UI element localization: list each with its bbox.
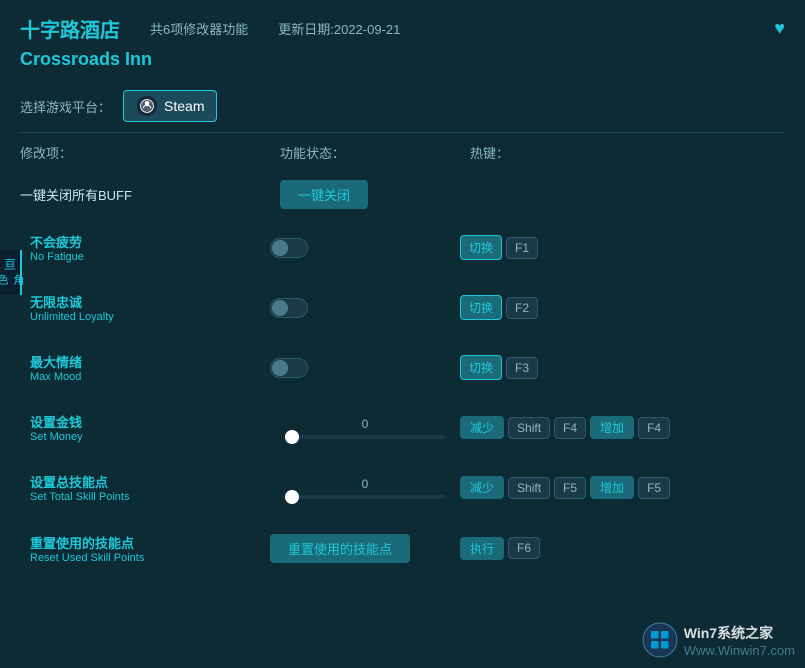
- feature-name-en-2: Max Mood: [30, 371, 270, 383]
- feature-status-2: [270, 358, 460, 378]
- platform-row: 选择游戏平台： Steam: [0, 80, 805, 132]
- feature-row-reset-skill: 重置使用的技能点 Reset Used Skill Points 重置使用的技能…: [30, 518, 785, 578]
- slider-area-skill: 0: [270, 477, 460, 499]
- hotkey-shift-btn-4[interactable]: Shift: [508, 477, 550, 499]
- slider-value-skill: 0: [362, 477, 369, 491]
- feature-name-cn-5: 重置使用的技能点: [30, 533, 270, 552]
- favorite-icon[interactable]: ♥: [774, 18, 785, 39]
- game-title-en: Crossroads Inn: [0, 49, 805, 80]
- hotkey-exec-btn-5[interactable]: 执行: [460, 537, 504, 560]
- feature-name-en-3: Set Money: [30, 431, 270, 443]
- feature-hotkey-1: 切换 F2: [460, 295, 785, 320]
- feature-name-cn-1: 无限忠诚: [30, 292, 270, 311]
- col-hotkey-label: 热键：: [470, 143, 785, 162]
- feature-hotkey-4: 减少 Shift F5 增加 F5: [460, 476, 785, 499]
- hotkey-dec-key-btn-3[interactable]: F4: [554, 417, 586, 439]
- toggle-features-area: 不会疲劳 No Fatigue 切换 F1 无限忠诚 Unlimited Loy…: [0, 218, 805, 578]
- one-key-row: 一键关闭所有BUFF 一键关闭: [20, 172, 785, 218]
- feature-name-no-fatigue: 不会疲劳 No Fatigue: [30, 232, 270, 263]
- toggle-knob-0: [272, 240, 288, 256]
- hotkey-inc-btn-3[interactable]: 增加: [590, 416, 634, 439]
- hotkey-shift-btn-3[interactable]: Shift: [508, 417, 550, 439]
- sidebar-icon: 亘: [2, 258, 19, 272]
- steam-button[interactable]: Steam: [123, 90, 217, 122]
- header-info-date: 更新日期:2022-09-21: [278, 19, 400, 38]
- feature-name-en-0: No Fatigue: [30, 251, 270, 263]
- reset-hotkey: 执行 F6: [460, 537, 785, 560]
- feature-name-cn-4: 设置总技能点: [30, 472, 270, 491]
- hotkey-key-btn-1[interactable]: F2: [506, 297, 538, 319]
- feature-row-set-money: 设置金钱 Set Money 0 减少 Shift F4 增加 F4: [30, 398, 785, 458]
- slider-area-money: 0: [270, 417, 460, 439]
- watermark-text: Win7系统之家 Www.Winwin7.com: [684, 623, 795, 658]
- feature-row-max-mood: 最大情绪 Max Mood 切换 F3: [30, 338, 785, 398]
- feature-status-1: [270, 298, 460, 318]
- hotkey-dec-btn-4[interactable]: 减少: [460, 476, 504, 499]
- feature-hotkey-0: 切换 F1: [460, 235, 785, 260]
- watermark: Win7系统之家 Www.Winwin7.com: [642, 622, 795, 658]
- feature-name-cn-3: 设置金钱: [30, 412, 270, 431]
- header-info-count: 共6项修改器功能: [150, 19, 248, 38]
- steam-logo-icon: [136, 95, 158, 117]
- hotkey-dec-btn-3[interactable]: 减少: [460, 416, 504, 439]
- feature-name-max-mood: 最大情绪 Max Mood: [30, 352, 270, 383]
- toggle-1[interactable]: [270, 298, 308, 318]
- platform-label: 选择游戏平台：: [20, 97, 111, 116]
- col-mod-label: 修改项：: [20, 143, 280, 162]
- hotkey-toggle-btn-1[interactable]: 切换: [460, 295, 502, 320]
- features-area: 一键关闭所有BUFF 一键关闭: [0, 172, 805, 218]
- toggle-knob-2: [272, 360, 288, 376]
- feature-name-unlimited-loyalty: 无限忠诚 Unlimited Loyalty: [30, 292, 270, 323]
- feature-row-unlimited-loyalty: 无限忠诚 Unlimited Loyalty 切换 F2: [30, 278, 785, 338]
- feature-name-cn-0: 不会疲劳: [30, 232, 270, 251]
- feature-hotkey-3: 减少 Shift F4 增加 F4: [460, 416, 785, 439]
- game-title-cn: 十字路酒店: [20, 14, 120, 43]
- feature-row-no-fatigue: 不会疲劳 No Fatigue 切换 F1: [30, 218, 785, 278]
- reset-action-button[interactable]: 重置使用的技能点: [270, 534, 410, 563]
- header: 十字路酒店 共6项修改器功能 更新日期:2022-09-21 ♥: [0, 0, 805, 49]
- slider-track-money[interactable]: [285, 435, 445, 439]
- one-key-button[interactable]: 一键关闭: [280, 180, 368, 209]
- column-headers: 修改项： 功能状态： 热键：: [0, 133, 805, 172]
- feature-name-cn-2: 最大情绪: [30, 352, 270, 371]
- sidebar: 亘 角色: [0, 250, 22, 295]
- feature-name-set-money: 设置金钱 Set Money: [30, 412, 270, 443]
- feature-row-skill-points: 设置总技能点 Set Total Skill Points 0 减少 Shift…: [30, 458, 785, 518]
- steam-label: Steam: [164, 98, 204, 114]
- slider-thumb-money[interactable]: [285, 430, 299, 444]
- windows-logo-icon: [642, 622, 678, 658]
- feature-name-en-5: Reset Used Skill Points: [30, 552, 270, 564]
- hotkey-toggle-btn-2[interactable]: 切换: [460, 355, 502, 380]
- hotkey-dec-key-btn-4[interactable]: F5: [554, 477, 586, 499]
- toggle-2[interactable]: [270, 358, 308, 378]
- feature-name-en-4: Set Total Skill Points: [30, 491, 270, 503]
- slider-thumb-skill[interactable]: [285, 490, 299, 504]
- reset-status: 重置使用的技能点: [270, 534, 460, 563]
- toggle-knob-1: [272, 300, 288, 316]
- hotkey-key-btn-2[interactable]: F3: [506, 357, 538, 379]
- col-status-label: 功能状态：: [280, 143, 470, 162]
- feature-name-reset-skill: 重置使用的技能点 Reset Used Skill Points: [30, 533, 270, 564]
- hotkey-key-btn-0[interactable]: F1: [506, 237, 538, 259]
- feature-name-en-1: Unlimited Loyalty: [30, 311, 270, 323]
- feature-name-skill-points: 设置总技能点 Set Total Skill Points: [30, 472, 270, 503]
- one-key-label: 一键关闭所有BUFF: [20, 185, 280, 204]
- feature-hotkey-2: 切换 F3: [460, 355, 785, 380]
- watermark-line1: Win7系统之家: [684, 623, 795, 643]
- hotkey-inc-btn-4[interactable]: 增加: [590, 476, 634, 499]
- sidebar-label: 角色: [0, 274, 26, 287]
- hotkey-inc-key-btn-4[interactable]: F5: [638, 477, 670, 499]
- feature-status-0: [270, 238, 460, 258]
- toggle-0[interactable]: [270, 238, 308, 258]
- hotkey-key-btn-5[interactable]: F6: [508, 537, 540, 559]
- hotkey-inc-key-btn-3[interactable]: F4: [638, 417, 670, 439]
- slider-value-money: 0: [362, 417, 369, 431]
- hotkey-toggle-btn-0[interactable]: 切换: [460, 235, 502, 260]
- slider-track-skill[interactable]: [285, 495, 445, 499]
- watermark-line2: Www.Winwin7.com: [684, 643, 795, 658]
